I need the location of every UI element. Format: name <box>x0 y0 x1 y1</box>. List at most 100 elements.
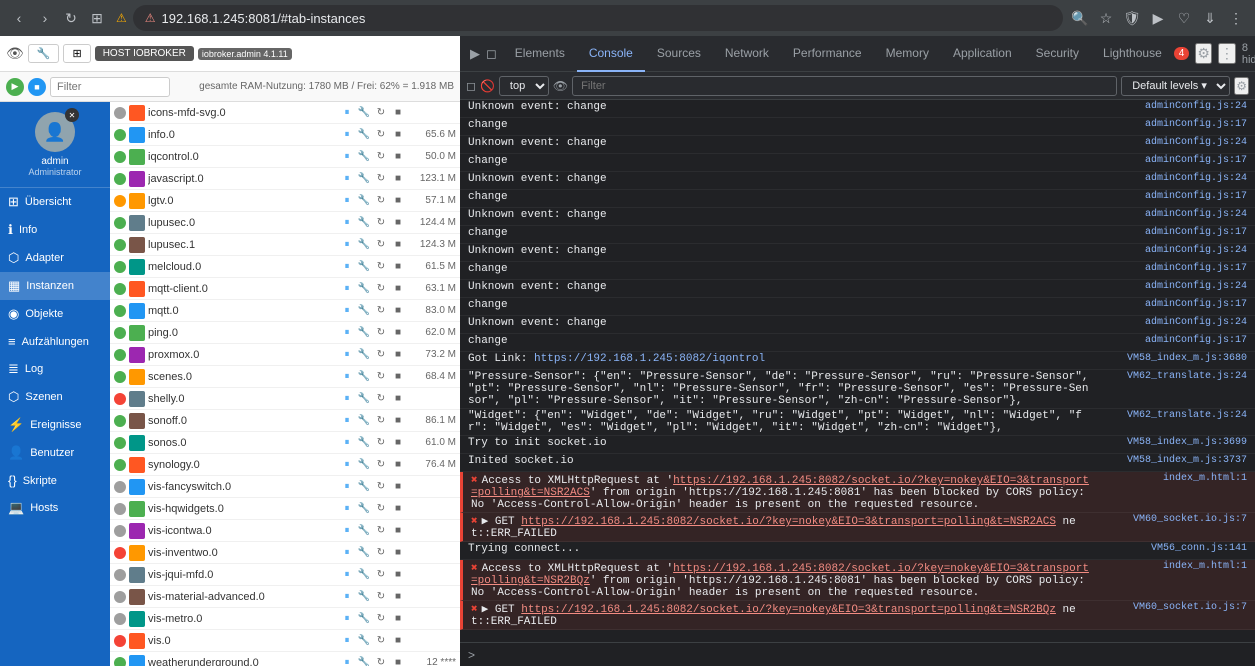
pause-button[interactable]: ⏸ <box>339 501 355 517</box>
console-error-link[interactable]: https://192.168.1.245:8082/socket.io/?ke… <box>521 516 1056 528</box>
console-source[interactable]: adminConfig.js:24 <box>1097 317 1247 328</box>
refresh-button[interactable]: ↻ <box>373 457 389 473</box>
avatar-close-button[interactable]: ✕ <box>65 108 79 122</box>
tab-elements[interactable]: Elements <box>503 36 577 72</box>
settings-button[interactable]: 🔧 <box>356 479 372 495</box>
settings-button[interactable]: 🔧 <box>356 171 372 187</box>
console-source[interactable]: adminConfig.js:17 <box>1097 263 1247 274</box>
pause-button[interactable]: ⏸ <box>339 127 355 143</box>
settings-button[interactable]: 🔧 <box>356 237 372 253</box>
refresh-button[interactable]: ↻ <box>373 171 389 187</box>
console-source[interactable]: adminConfig.js:24 <box>1097 137 1247 148</box>
devtools-gear-button[interactable]: ⚙ <box>1195 43 1212 64</box>
refresh-button[interactable]: ↻ <box>373 105 389 121</box>
stop-instance-button[interactable]: ■ <box>390 633 406 649</box>
settings-button[interactable]: 🔧 <box>356 369 372 385</box>
sidebar-item-hosts[interactable]: 💻 Hosts <box>0 494 110 522</box>
console-source[interactable]: VM62_translate.js:24 <box>1097 371 1247 382</box>
console-source[interactable]: adminConfig.js:24 <box>1097 281 1247 292</box>
console-source[interactable]: index_m.html:1 <box>1097 473 1247 484</box>
stop-instance-button[interactable]: ■ <box>390 567 406 583</box>
stop-instance-button[interactable]: ■ <box>390 391 406 407</box>
more-button[interactable]: ⋮ <box>1225 7 1247 29</box>
settings-button[interactable]: 🔧 <box>356 127 372 143</box>
forward-button[interactable]: › <box>34 7 56 29</box>
refresh-button[interactable]: ↻ <box>373 391 389 407</box>
refresh-button[interactable]: ↻ <box>373 259 389 275</box>
context-select[interactable]: top <box>499 76 549 96</box>
refresh-button[interactable]: ↻ <box>373 303 389 319</box>
stop-instance-button[interactable]: ■ <box>390 127 406 143</box>
pause-button[interactable]: ⏸ <box>339 435 355 451</box>
stop-all-button[interactable]: ■ <box>28 78 46 96</box>
tab-application[interactable]: Application <box>941 36 1024 72</box>
settings-button[interactable]: 🔧 <box>356 589 372 605</box>
bookmark-button[interactable]: ☆ <box>1095 7 1117 29</box>
refresh-button[interactable]: ↻ <box>373 655 389 666</box>
refresh-button[interactable]: ↻ <box>373 611 389 627</box>
back-button[interactable]: ‹ <box>8 7 30 29</box>
console-source[interactable]: adminConfig.js:17 <box>1097 191 1247 202</box>
settings-button[interactable]: 🔧 <box>356 347 372 363</box>
stop-instance-button[interactable]: ■ <box>390 193 406 209</box>
stop-instance-button[interactable]: ■ <box>390 259 406 275</box>
stop-instance-button[interactable]: ■ <box>390 545 406 561</box>
pause-button[interactable]: ⏸ <box>339 303 355 319</box>
settings-button[interactable]: 🔧 <box>356 611 372 627</box>
refresh-button[interactable]: ↻ <box>373 193 389 209</box>
address-bar[interactable]: ⚠ 192.168.1.245:8081/#tab-instances <box>133 5 1063 31</box>
console-error-link[interactable]: https://192.168.1.245:8082/socket.io/?ke… <box>521 604 1056 616</box>
pause-button[interactable]: ⏸ <box>339 413 355 429</box>
settings-button[interactable]: 🔧 <box>356 633 372 649</box>
stop-instance-button[interactable]: ■ <box>390 611 406 627</box>
console-source[interactable]: adminConfig.js:17 <box>1097 119 1247 130</box>
search-browser-button[interactable]: 🔍 <box>1069 7 1091 29</box>
console-source[interactable]: VM62_translate.js:24 <box>1097 410 1247 421</box>
stop-instance-button[interactable]: ■ <box>390 479 406 495</box>
refresh-button[interactable]: ↻ <box>373 325 389 341</box>
sidebar-item-ubersicht[interactable]: ⊞ Übersicht <box>0 188 110 216</box>
grid-instances-button[interactable]: ⊞ <box>63 44 90 63</box>
pause-button[interactable]: ⏸ <box>339 523 355 539</box>
console-expand-button[interactable]: ◻ <box>466 79 476 93</box>
console-settings-button[interactable]: ⚙ <box>1234 77 1249 95</box>
console-filter-input[interactable] <box>572 76 1117 96</box>
level-select[interactable]: Default levels ▾ <box>1121 76 1230 96</box>
eye-button[interactable]: 👁 <box>6 45 24 62</box>
console-input[interactable] <box>481 649 1247 661</box>
stop-instance-button[interactable]: ■ <box>390 501 406 517</box>
console-clear-button[interactable]: 🚫 <box>480 79 495 93</box>
stop-instance-button[interactable]: ■ <box>390 435 406 451</box>
stop-instance-button[interactable]: ■ <box>390 171 406 187</box>
shield-button[interactable]: 🛡 <box>1121 7 1143 29</box>
console-source[interactable]: adminConfig.js:24 <box>1097 173 1247 184</box>
pause-button[interactable]: ⏸ <box>339 369 355 385</box>
settings-button[interactable]: 🔧 <box>356 435 372 451</box>
stop-instance-button[interactable]: ■ <box>390 457 406 473</box>
settings-button[interactable]: 🔧 <box>356 567 372 583</box>
console-source[interactable]: adminConfig.js:17 <box>1097 335 1247 346</box>
pause-button[interactable]: ⏸ <box>339 457 355 473</box>
tab-performance[interactable]: Performance <box>781 36 874 72</box>
settings-button[interactable]: 🔧 <box>356 259 372 275</box>
pause-button[interactable]: ⏸ <box>339 567 355 583</box>
stop-instance-button[interactable]: ■ <box>390 325 406 341</box>
settings-button[interactable]: 🔧 <box>356 149 372 165</box>
tab-sources[interactable]: Sources <box>645 36 713 72</box>
refresh-button[interactable]: ↻ <box>373 435 389 451</box>
pause-button[interactable]: ⏸ <box>339 215 355 231</box>
stop-instance-button[interactable]: ■ <box>390 589 406 605</box>
console-source[interactable]: adminConfig.js:17 <box>1097 227 1247 238</box>
refresh-button[interactable]: ↻ <box>373 149 389 165</box>
sidebar-item-skripte[interactable]: {} Skripte <box>0 467 110 494</box>
stop-instance-button[interactable]: ■ <box>390 237 406 253</box>
pause-button[interactable]: ⏸ <box>339 479 355 495</box>
settings-button[interactable]: 🔧 <box>356 105 372 121</box>
refresh-button[interactable]: ↻ <box>373 369 389 385</box>
pause-button[interactable]: ⏸ <box>339 171 355 187</box>
console-source[interactable]: VM60_socket.io.js:7 <box>1097 514 1247 525</box>
stop-instance-button[interactable]: ■ <box>390 655 406 666</box>
refresh-button[interactable]: ↻ <box>373 501 389 517</box>
wrench-button[interactable]: 🔧 <box>28 44 60 63</box>
pause-button[interactable]: ⏸ <box>339 655 355 666</box>
